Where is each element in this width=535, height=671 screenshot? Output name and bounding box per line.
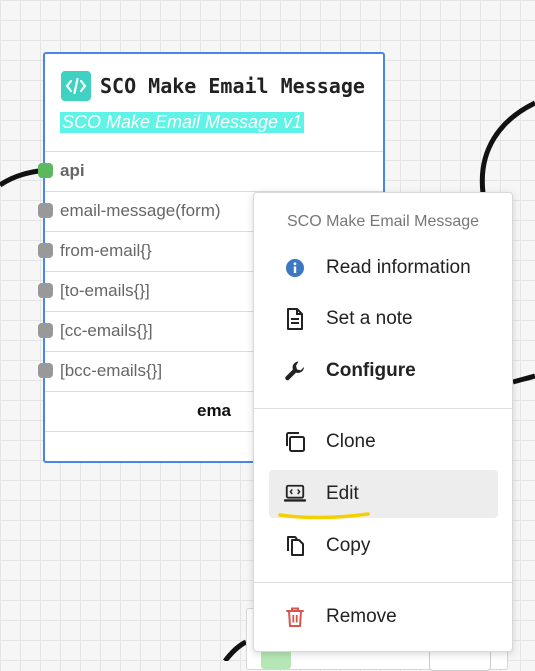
trash-icon <box>284 606 306 628</box>
menu-item-configure[interactable]: Configure <box>269 347 498 395</box>
output-label: ema <box>196 401 232 420</box>
info-icon <box>284 257 306 279</box>
port-connector[interactable] <box>38 163 53 178</box>
port-label: from-email{} <box>60 241 152 260</box>
port-label: [bcc-emails{}] <box>60 361 163 380</box>
menu-item-label: Remove <box>326 606 397 627</box>
menu-item-read-information[interactable]: Read information <box>269 244 498 292</box>
port-connector[interactable] <box>38 203 53 218</box>
code-icon <box>61 71 91 101</box>
node-button[interactable] <box>429 649 491 671</box>
port-connector[interactable] <box>38 243 53 258</box>
menu-item-remove[interactable]: Remove <box>269 593 498 641</box>
node-header: SCO Make Email Message SCO Make Email Me… <box>45 54 383 152</box>
node-tag <box>261 649 291 669</box>
menu-item-label: Copy <box>326 535 371 556</box>
menu-item-set-a-note[interactable]: Set a note <box>269 295 498 343</box>
port-label: [cc-emails{}] <box>60 321 153 340</box>
port-connector[interactable] <box>38 363 53 378</box>
port-label: api <box>60 161 85 180</box>
copy-icon <box>284 535 306 557</box>
edit-code-icon <box>284 483 306 505</box>
highlight-underline <box>278 512 370 520</box>
menu-item-label: Edit <box>326 483 359 504</box>
wrench-icon <box>284 360 306 382</box>
menu-item-clone[interactable]: Clone <box>269 418 498 466</box>
port-label: [to-emails{}] <box>60 281 150 300</box>
context-menu: SCO Make Email Message Read information … <box>253 192 513 652</box>
port-api[interactable]: api <box>38 152 383 192</box>
port-label: email-message(form) <box>60 201 221 220</box>
menu-item-label: Configure <box>326 360 416 381</box>
port-connector[interactable] <box>38 283 53 298</box>
menu-divider <box>254 408 512 409</box>
menu-item-label: Set a note <box>326 308 413 329</box>
menu-divider <box>254 582 512 583</box>
clone-icon <box>284 431 306 453</box>
menu-header: SCO Make Email Message <box>286 213 480 230</box>
port-connector[interactable] <box>38 323 53 338</box>
menu-item-label: Read information <box>326 257 471 278</box>
node-subtitle: SCO Make Email Message v1 <box>60 112 305 133</box>
menu-item-label: Clone <box>326 431 376 452</box>
menu-item-copy[interactable]: Copy <box>269 522 498 570</box>
node-title: SCO Make Email Message <box>100 74 365 98</box>
note-icon <box>284 308 306 330</box>
